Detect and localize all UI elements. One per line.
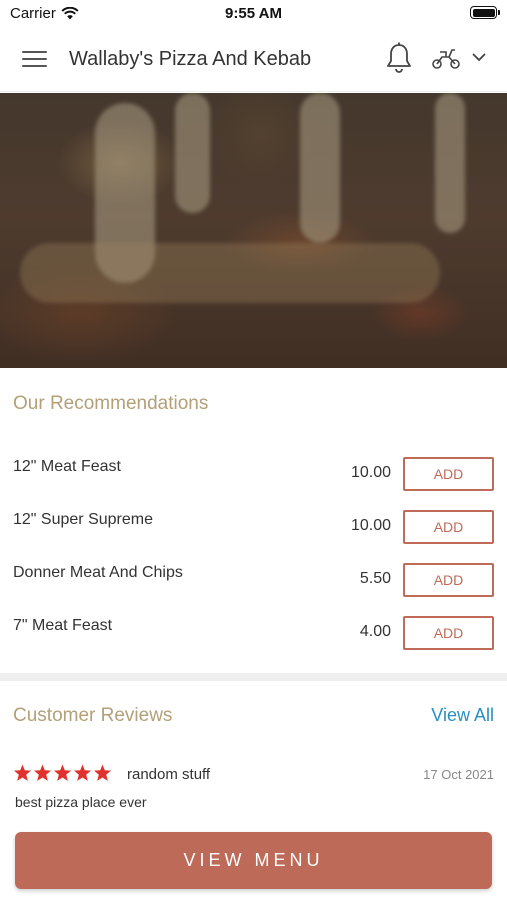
item-name: Donner Meat And Chips <box>13 564 183 581</box>
recommendations-title: Our Recommendations <box>13 393 209 414</box>
item-price: 10.00 <box>350 464 391 481</box>
review-author: random stuff <box>127 766 211 783</box>
app-header: Wallaby's Pizza And Kebab <box>0 26 507 92</box>
star-icon <box>53 764 72 781</box>
review-date: 17 Oct 2021 <box>423 767 494 782</box>
status-bar: Carrier 9:55 AM <box>0 0 507 26</box>
item-name: 12" Meat Feast <box>13 458 121 475</box>
section-divider <box>0 673 507 681</box>
item-name: 12" Super Supreme <box>13 511 153 528</box>
review-text: best pizza place ever <box>15 794 147 810</box>
star-icon <box>93 764 112 781</box>
star-icon <box>13 764 32 781</box>
menu-icon[interactable] <box>22 50 47 68</box>
status-time: 9:55 AM <box>225 5 282 22</box>
item-name: 7" Meat Feast <box>13 617 113 634</box>
item-price: 10.00 <box>350 517 391 534</box>
chevron-down-icon[interactable] <box>472 53 486 62</box>
view-all-link[interactable]: View All <box>431 705 494 726</box>
battery-icon <box>470 6 500 19</box>
list-item: 12" Meat Feast 10.00 ADD <box>0 457 507 510</box>
add-button[interactable]: ADD <box>403 510 494 544</box>
add-button[interactable]: ADD <box>403 563 494 597</box>
page-title: Wallaby's Pizza And Kebab <box>69 48 312 70</box>
list-item: 7" Meat Feast 4.00 ADD <box>0 616 507 669</box>
star-icon <box>33 764 52 781</box>
reviews-title: Customer Reviews <box>13 705 173 726</box>
add-button[interactable]: ADD <box>403 616 494 650</box>
list-item: Donner Meat And Chips 5.50 ADD <box>0 563 507 616</box>
bell-icon[interactable] <box>385 42 413 74</box>
scooter-icon[interactable] <box>431 46 461 70</box>
item-price: 4.00 <box>359 623 391 640</box>
list-item: 12" Super Supreme 10.00 ADD <box>0 510 507 563</box>
item-price: 5.50 <box>359 570 391 587</box>
star-icon <box>73 764 92 781</box>
hero-image <box>0 93 507 368</box>
add-button[interactable]: ADD <box>403 457 494 491</box>
rating-stars <box>13 764 112 782</box>
view-menu-button[interactable]: VIEW MENU <box>15 832 492 889</box>
